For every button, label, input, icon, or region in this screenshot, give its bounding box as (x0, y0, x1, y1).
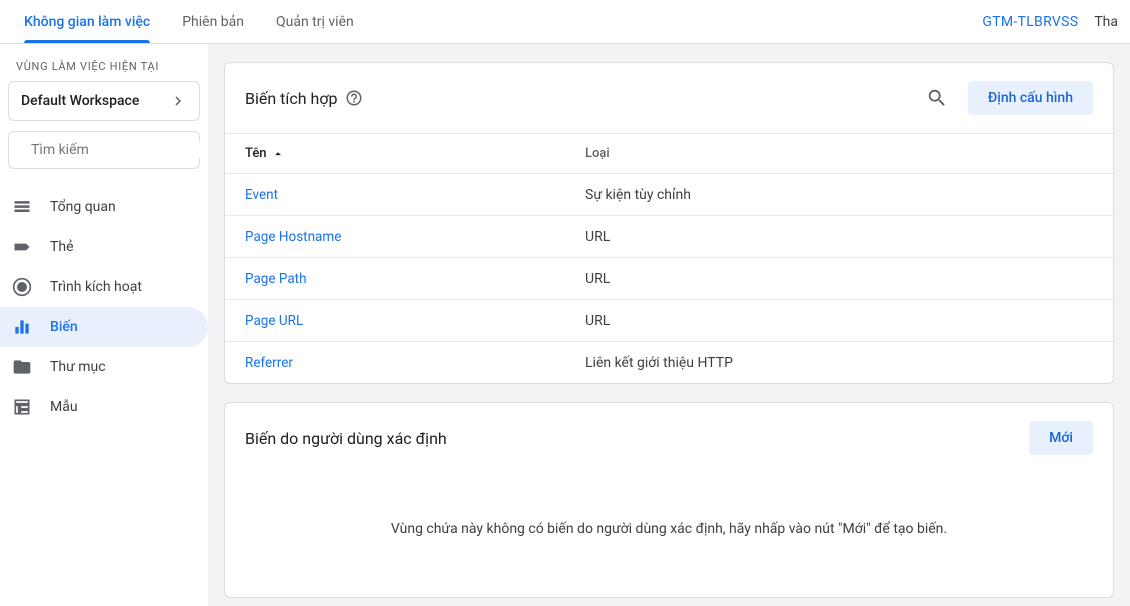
configure-button[interactable]: Định cấu hình (968, 81, 1093, 115)
workspace-picker[interactable]: Default Workspace (8, 81, 200, 121)
workspace-section-label: VÙNG LÀM VIỆC HIỆN TẠI (8, 56, 200, 81)
builtin-variables-title: Biến tích hợp (245, 89, 363, 108)
chevron-right-icon (169, 92, 187, 110)
table-row[interactable]: Page Hostname URL (225, 215, 1113, 257)
overview-icon (12, 197, 32, 217)
table-row[interactable]: Event Sự kiện tùy chỉnh (225, 173, 1113, 215)
variable-name-link[interactable]: Page Hostname (245, 229, 585, 245)
variable-type: URL (585, 229, 1093, 245)
table-row[interactable]: Referrer Liên kết giới thiệu HTTP (225, 341, 1113, 383)
sidebar-item-label: Thẻ (50, 239, 74, 255)
sidebar-item-overview[interactable]: Tổng quan (0, 187, 208, 227)
builtin-variables-card: Biến tích hợp Định cấu hình Tên Loại (224, 62, 1114, 384)
table-row[interactable]: Page Path URL (225, 257, 1113, 299)
builtin-search-button[interactable] (920, 81, 954, 115)
sort-asc-icon (271, 147, 285, 161)
top-extra-text: Tha (1094, 14, 1118, 30)
tag-icon (12, 237, 32, 257)
variable-name-link[interactable]: Page Path (245, 271, 585, 287)
sidebar-item-variables[interactable]: Biến (0, 307, 208, 347)
table-row[interactable]: Page URL URL (225, 299, 1113, 341)
folder-icon (12, 357, 32, 377)
sidebar-item-label: Biến (50, 319, 78, 335)
sidebar-item-label: Trình kích hoạt (50, 279, 142, 295)
search-input[interactable] (31, 142, 209, 158)
variable-type: Sự kiện tùy chỉnh (585, 187, 1093, 203)
sidebar-item-triggers[interactable]: Trình kích hoạt (0, 267, 208, 307)
sidebar-item-label: Thư mục (50, 359, 106, 375)
variable-type: Liên kết giới thiệu HTTP (585, 355, 1093, 371)
sidebar-item-templates[interactable]: Mẫu (0, 387, 208, 427)
container-id-link[interactable]: GTM-TLBRVSS (982, 14, 1078, 30)
sidebar-item-folders[interactable]: Thư mục (0, 347, 208, 387)
tab-workspace[interactable]: Không gian làm việc (8, 0, 166, 43)
card-title-text: Biến do người dùng xác định (245, 429, 447, 448)
col-header-type[interactable]: Loại (585, 146, 1093, 161)
sidebar-item-label: Mẫu (50, 399, 78, 415)
template-icon (12, 397, 32, 417)
card-title-text: Biến tích hợp (245, 89, 337, 108)
new-variable-button[interactable]: Mới (1029, 421, 1093, 455)
col-header-name[interactable]: Tên (245, 146, 585, 161)
variable-name-link[interactable]: Event (245, 187, 585, 203)
variable-type: URL (585, 271, 1093, 287)
help-icon[interactable] (345, 89, 363, 107)
userdef-variables-card: Biến do người dùng xác định Mới Vùng chứ… (224, 402, 1114, 598)
userdef-variables-title: Biến do người dùng xác định (245, 429, 447, 448)
sidebar-item-tags[interactable]: Thẻ (0, 227, 208, 267)
workspace-name: Default Workspace (21, 93, 139, 109)
variables-icon (12, 317, 32, 337)
tab-admin[interactable]: Quản trị viên (260, 0, 370, 43)
variable-name-link[interactable]: Referrer (245, 355, 585, 371)
variable-name-link[interactable]: Page URL (245, 313, 585, 329)
tab-versions[interactable]: Phiên bản (166, 0, 260, 43)
sidebar-item-label: Tổng quan (50, 199, 116, 215)
search-icon (926, 87, 948, 109)
sidebar-search[interactable] (8, 131, 200, 169)
userdef-empty-message: Vùng chứa này không có biến do người dùn… (225, 473, 1113, 597)
variable-type: URL (585, 313, 1093, 329)
trigger-icon (12, 277, 32, 297)
